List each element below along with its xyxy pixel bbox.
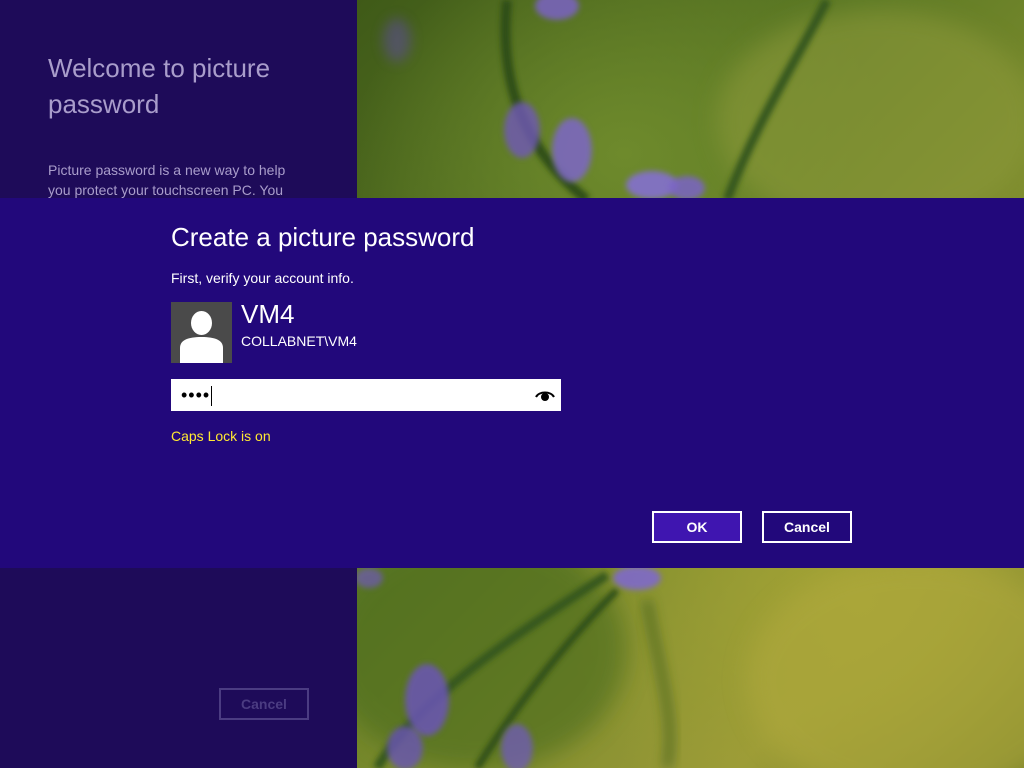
account-domain: COLLABNET\VM4 (241, 333, 357, 349)
password-masked-value: •••• (181, 385, 211, 405)
user-avatar-icon (171, 302, 232, 363)
create-picture-password-dialog: Create a picture password First, verify … (0, 198, 1024, 568)
password-value-wrapper: •••• (181, 384, 213, 407)
dialog-subtitle: First, verify your account info. (171, 270, 354, 286)
ok-button[interactable]: OK (652, 511, 742, 543)
text-caret (211, 386, 213, 407)
cancel-button[interactable]: Cancel (762, 511, 852, 543)
dialog-title: Create a picture password (171, 222, 475, 252)
background-cancel-button: Cancel (219, 688, 309, 720)
eye-icon[interactable] (535, 387, 555, 403)
password-input[interactable]: •••• (171, 379, 561, 411)
welcome-title: Welcome to picture password (48, 53, 271, 119)
account-name: VM4 (241, 299, 295, 329)
welcome-description: Picture password is a new way to help yo… (48, 162, 286, 198)
caps-lock-warning: Caps Lock is on (171, 428, 271, 444)
